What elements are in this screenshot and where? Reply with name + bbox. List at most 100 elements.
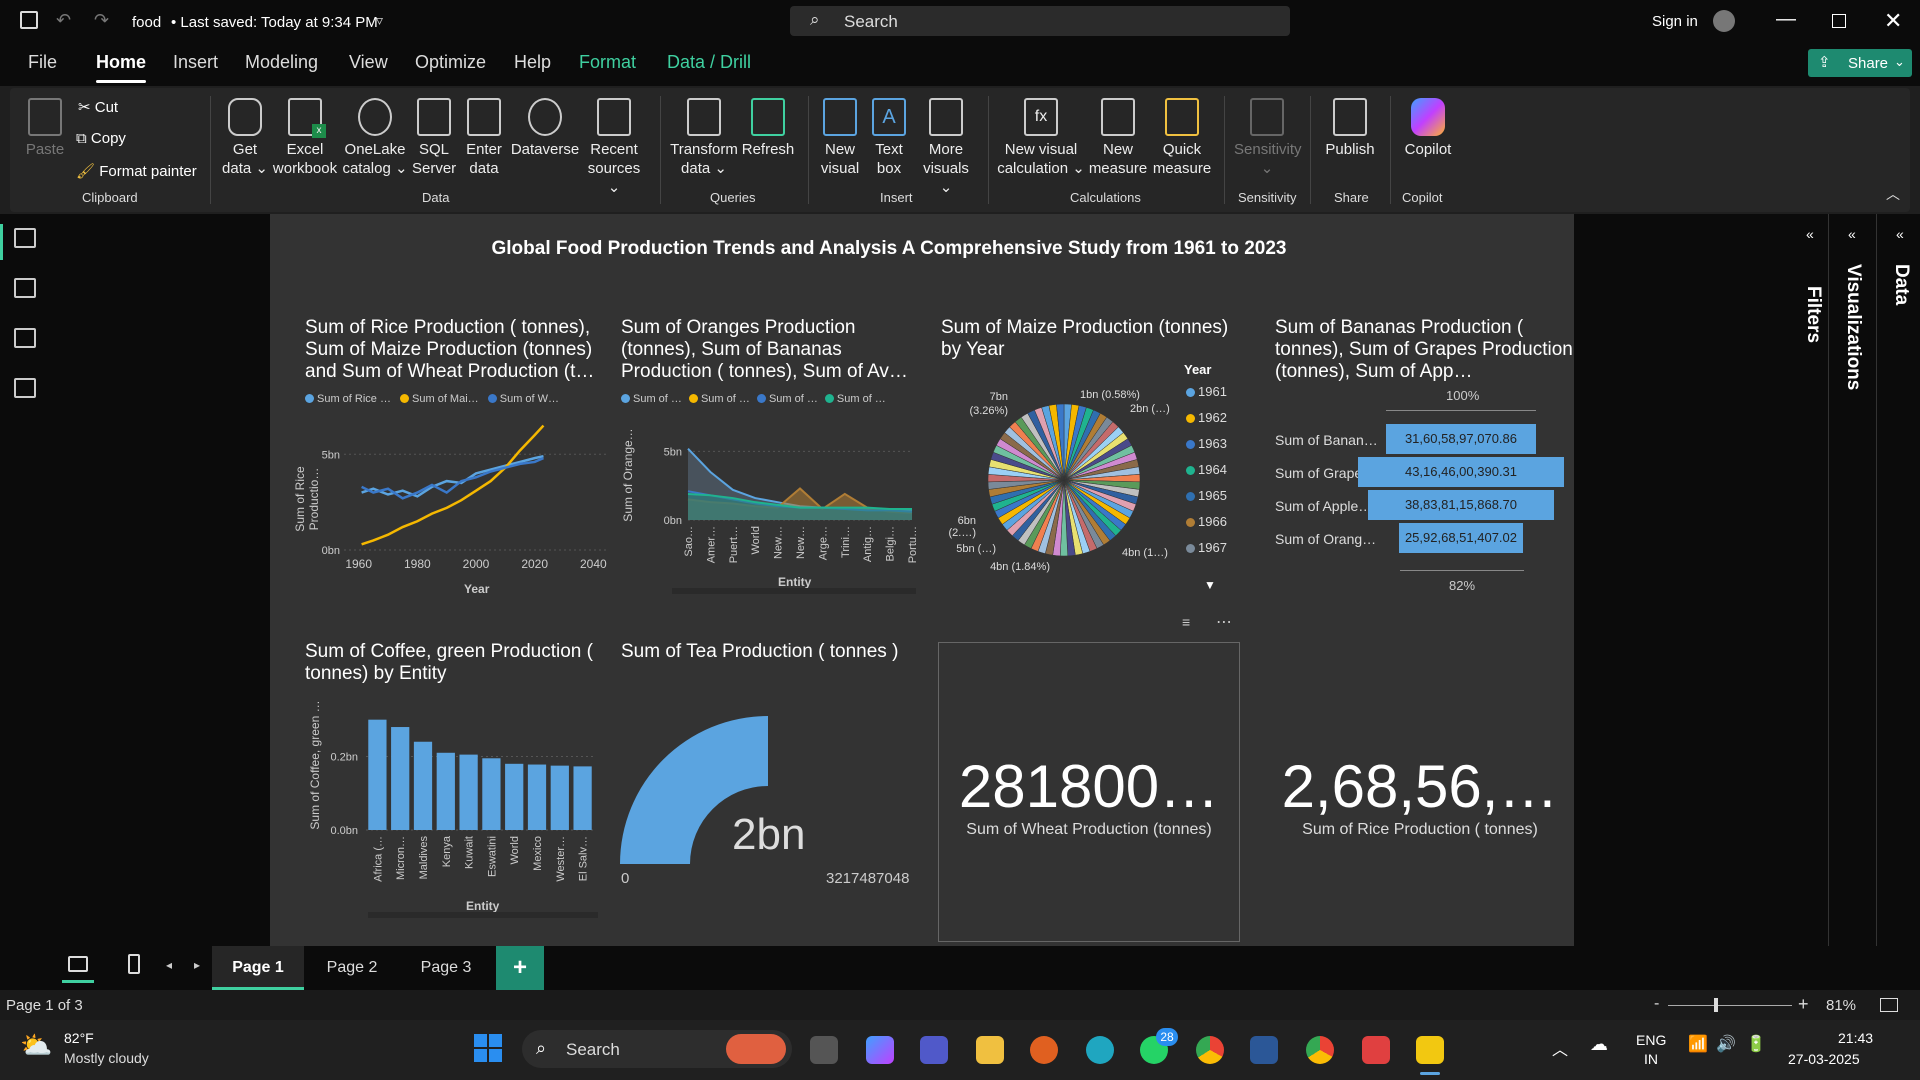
- onelake-catalog-button[interactable]: OneLake catalog ⌄: [340, 98, 410, 178]
- fit-to-page-icon[interactable]: [1880, 998, 1898, 1012]
- tab-format[interactable]: Format: [579, 52, 636, 73]
- zoom-out-button[interactable]: -: [1654, 995, 1659, 1013]
- chrome-icon[interactable]: [1196, 1036, 1224, 1064]
- data-pane-label[interactable]: Data: [1890, 264, 1912, 305]
- undo-icon[interactable]: ↶: [56, 10, 71, 31]
- tab-view[interactable]: View: [349, 52, 388, 73]
- volume-icon[interactable]: 🔊: [1716, 1034, 1736, 1054]
- zoom-in-button[interactable]: +: [1798, 994, 1809, 1015]
- tab-file[interactable]: File: [28, 52, 57, 73]
- add-page-button[interactable]: +: [496, 946, 544, 990]
- minimize-icon[interactable]: —: [1776, 8, 1796, 31]
- legend-item[interactable]: 1966: [1186, 514, 1227, 540]
- model-view-icon[interactable]: [14, 328, 36, 348]
- get-data-button[interactable]: Get data ⌄: [220, 98, 270, 178]
- zoom-level[interactable]: 81%: [1826, 997, 1856, 1014]
- taskbar-search[interactable]: ⌕ Search: [522, 1030, 792, 1068]
- edge-icon[interactable]: [1086, 1036, 1114, 1064]
- sql-server-button[interactable]: SQL Server: [412, 98, 456, 178]
- maximize-icon[interactable]: [1832, 14, 1846, 28]
- sign-in-link[interactable]: Sign in: [1652, 13, 1698, 30]
- area-chart[interactable]: 0bn 5bn Sao… Amer… Puert… World New… New… Arge… T…: [636, 420, 916, 570]
- share-button[interactable]: ⇪ Share ⌄: [1808, 49, 1912, 77]
- paste-button[interactable]: Paste: [22, 98, 68, 159]
- desktop-layout-icon[interactable]: [68, 956, 88, 972]
- copilot-app-icon[interactable]: [866, 1036, 894, 1064]
- zoom-slider-thumb[interactable]: [1714, 998, 1718, 1012]
- clock-date[interactable]: 27-03-2025: [1788, 1051, 1860, 1067]
- expand-filters-icon[interactable]: «: [1806, 226, 1814, 242]
- refresh-button[interactable]: Refresh: [740, 98, 796, 159]
- excel-workbook-button[interactable]: x Excel workbook: [270, 98, 340, 178]
- start-button[interactable]: [474, 1034, 502, 1062]
- tab-modeling[interactable]: Modeling: [245, 52, 318, 73]
- wps-icon[interactable]: [1362, 1036, 1390, 1064]
- scrollbar[interactable]: [672, 588, 916, 594]
- tab-data-drill[interactable]: Data / Drill: [667, 52, 751, 73]
- tab-insert[interactable]: Insert: [173, 52, 218, 73]
- tab-help[interactable]: Help: [514, 52, 551, 73]
- legend-item[interactable]: 1965: [1186, 488, 1227, 514]
- avatar[interactable]: [1713, 10, 1735, 32]
- scrollbar[interactable]: [368, 912, 598, 918]
- copy-button[interactable]: ⧉ Copy: [76, 130, 126, 147]
- dataverse-button[interactable]: Dataverse: [508, 98, 582, 159]
- funnel-bar[interactable]: 38,83,81,15,868.70: [1368, 490, 1554, 520]
- powerbi-icon[interactable]: [1416, 1036, 1444, 1064]
- overflow-icon[interactable]: ︿: [1552, 1036, 1568, 1060]
- chevron-down-icon[interactable]: ▿: [376, 12, 383, 29]
- file-explorer-icon[interactable]: [810, 1036, 838, 1064]
- transform-data-button[interactable]: Transform data ⌄: [668, 98, 740, 178]
- table-view-icon[interactable]: [14, 278, 36, 298]
- zoom-slider-track[interactable]: [1668, 1005, 1792, 1006]
- more-visuals-button[interactable]: More visuals ⌄: [916, 98, 976, 197]
- mobile-layout-icon[interactable]: [128, 954, 140, 974]
- new-visual-calculation-button[interactable]: fx New visual calculation ⌄: [996, 98, 1086, 178]
- battery-icon[interactable]: 🔋: [1746, 1034, 1766, 1054]
- dax-query-view-icon[interactable]: [14, 378, 36, 398]
- enter-data-button[interactable]: Enter data: [462, 98, 506, 178]
- filter-icon[interactable]: ≡: [1182, 614, 1190, 630]
- bar-chart[interactable]: 0.0bn 0.2bn Africa (… Micron… Maldives Kenya K…: [318, 710, 608, 890]
- copilot-button[interactable]: Copilot: [1396, 98, 1460, 159]
- funnel-chart[interactable]: Sum of Banan… 31,60,58,97,070.86 Sum of Gr…: [1275, 424, 1575, 564]
- line-chart[interactable]: 0bn 5bn 1960 1980 2000 2020 2040: [318, 410, 608, 582]
- page-tab-2[interactable]: Page 2: [306, 946, 398, 990]
- page-tab-1[interactable]: Page 1: [212, 946, 304, 990]
- legend-item[interactable]: 1967: [1186, 540, 1227, 566]
- funnel-bar[interactable]: 43,16,46,00,390.31: [1358, 457, 1564, 487]
- wifi-icon[interactable]: 📶: [1688, 1034, 1708, 1054]
- sensitivity-button[interactable]: Sensitivity ⌄: [1234, 98, 1302, 178]
- redo-icon[interactable]: ↷: [94, 10, 109, 31]
- legend-item[interactable]: 1963: [1186, 436, 1227, 462]
- legend-item[interactable]: 1961: [1186, 384, 1227, 410]
- legend-item[interactable]: 1964: [1186, 462, 1227, 488]
- save-icon[interactable]: [20, 11, 38, 29]
- weather-icon[interactable]: ⛅: [20, 1030, 52, 1061]
- folder-icon[interactable]: [976, 1036, 1004, 1064]
- collapse-ribbon-icon[interactable]: ︿: [1886, 184, 1900, 204]
- publish-button[interactable]: Publish: [1318, 98, 1382, 159]
- pie-chart[interactable]: 7bn (3.26%) 1bn (0.58%) 2bn (…) 6bn(2.…) 5bn …: [940, 384, 1200, 584]
- app-icon[interactable]: [1030, 1036, 1058, 1064]
- close-icon[interactable]: ✕: [1884, 8, 1902, 34]
- format-painter-button[interactable]: 🖌 Format painter: [76, 162, 197, 180]
- new-visual-button[interactable]: New visual: [816, 98, 864, 178]
- chevron-down-icon[interactable]: ▼: [1204, 578, 1216, 592]
- report-view-icon[interactable]: [14, 228, 36, 248]
- tab-optimize[interactable]: Optimize: [415, 52, 486, 73]
- onedrive-icon[interactable]: ☁: [1590, 1034, 1608, 1055]
- filters-pane-label[interactable]: Filters: [1802, 286, 1824, 343]
- chrome-profile-icon[interactable]: [1306, 1036, 1334, 1064]
- tab-home[interactable]: Home: [96, 52, 147, 83]
- funnel-bar[interactable]: 25,92,68,51,407.02: [1399, 523, 1523, 553]
- word-icon[interactable]: [1250, 1036, 1278, 1064]
- more-options-icon[interactable]: ⋯: [1216, 612, 1232, 632]
- text-box-button[interactable]: A Text box: [866, 98, 912, 178]
- expand-visualizations-icon[interactable]: «: [1848, 226, 1856, 242]
- page-tab-3[interactable]: Page 3: [400, 946, 492, 990]
- language-bottom[interactable]: IN: [1644, 1051, 1658, 1067]
- previous-page-icon[interactable]: ◂: [166, 958, 172, 972]
- language-top[interactable]: ENG: [1636, 1032, 1666, 1048]
- visualizations-pane-label[interactable]: Visualizations: [1842, 264, 1864, 390]
